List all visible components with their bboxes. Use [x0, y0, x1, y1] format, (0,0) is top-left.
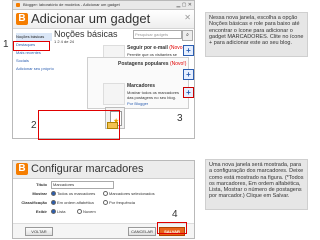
- dialog-header: B Configurar marcadores: [13, 161, 194, 179]
- gadget-category-nav: Noções básicas Destaques Mais recentes S…: [16, 33, 54, 73]
- step-number-3: 3: [177, 113, 183, 124]
- radio-icon[interactable]: [103, 191, 108, 197]
- gadget-title: Seguir por e-mail: [127, 45, 168, 51]
- add-follow-email-plus-icon[interactable]: +: [183, 45, 194, 56]
- title-input[interactable]: Marcadores: [51, 181, 114, 189]
- gadget-thumbnail-icon: [103, 83, 125, 105]
- instruction-note-2: Uma nova janela será mostrada, para a co…: [205, 159, 308, 210]
- gadget-description: Mostrar todos os marcadores das postagen…: [127, 90, 180, 100]
- dialog-title: Adicionar um gadget: [31, 11, 151, 26]
- back-button[interactable]: VOLTAR: [25, 227, 53, 236]
- gadget-title: Marcadores: [127, 83, 156, 89]
- step-number-4: 4: [172, 209, 178, 220]
- order-label: Classificação: [21, 200, 47, 205]
- display-list-option[interactable]: Lista: [51, 209, 65, 215]
- step-number-2: 2: [31, 120, 37, 131]
- dialog-header: B Adicionar um gadget ✕: [13, 10, 194, 29]
- dialog-title: Configurar marcadores: [31, 163, 144, 175]
- step-number-1: 1: [3, 39, 9, 50]
- search-icon[interactable]: ⌕: [182, 30, 193, 41]
- order-alpha-option[interactable]: Em ordem alfabética: [51, 200, 94, 206]
- radio-icon[interactable]: [77, 209, 82, 215]
- window-controls-icon[interactable]: ▁ ▢ ✕: [176, 2, 192, 8]
- show-label: Mostrar: [32, 191, 47, 196]
- instruction-note-1: Nessa nova janela, escolha a opção Noçõe…: [205, 12, 308, 57]
- highlight-box-save: [157, 222, 187, 234]
- add-popular-posts-plus-icon[interactable]: +: [183, 69, 194, 80]
- close-icon[interactable]: ✕: [184, 13, 191, 22]
- blogger-logo-icon: B: [16, 13, 28, 25]
- new-badge: (Novo!): [169, 61, 187, 67]
- window-title: Blogger: laboratório de modelos - Adicio…: [23, 2, 120, 7]
- display-cloud-option[interactable]: Nuvem: [77, 209, 96, 215]
- radio-selected-icon[interactable]: [51, 200, 56, 206]
- section-title: Noções básicas: [54, 29, 118, 39]
- gadget-author-link[interactable]: Por Blogger: [127, 101, 148, 106]
- gadget-search-input[interactable]: Pesquisar gadgets: [133, 30, 182, 39]
- show-selected-option[interactable]: Marcadores selecionados: [103, 191, 155, 197]
- nav-item-own[interactable]: Adicionar seu próprio: [16, 65, 54, 73]
- display-label: Exibir: [35, 209, 47, 214]
- blogger-favicon-icon: [16, 3, 20, 7]
- radio-icon[interactable]: [103, 200, 108, 206]
- window-titlebar: Blogger: laboratório de modelos - Adicio…: [13, 1, 194, 10]
- add-labels-plus-icon[interactable]: +: [183, 87, 194, 98]
- highlight-box-basics: [13, 41, 50, 51]
- radio-selected-icon[interactable]: [51, 209, 56, 215]
- title-label: Título: [36, 182, 47, 187]
- radio-selected-icon[interactable]: [51, 191, 56, 197]
- highlight-box-labels: [38, 110, 120, 140]
- labels-config-form: Título Marcadores Mostrar Todos os marca…: [17, 181, 177, 219]
- gadget-labels: Marcadores Mostrar todos os marcadores d…: [103, 83, 183, 109]
- nav-item-social[interactable]: Sociais: [16, 57, 52, 65]
- cancel-button[interactable]: CANCELAR: [128, 227, 156, 236]
- show-all-option[interactable]: Todos os marcadores: [51, 191, 95, 197]
- nav-item-basics[interactable]: Noções básicas: [16, 33, 52, 41]
- pagination: 1 2 4 de 24: [54, 39, 75, 44]
- blogger-logo-icon: B: [16, 163, 28, 175]
- order-frequency-option[interactable]: Por frequência: [103, 200, 135, 206]
- gadget-title: Postagens populares: [118, 61, 169, 67]
